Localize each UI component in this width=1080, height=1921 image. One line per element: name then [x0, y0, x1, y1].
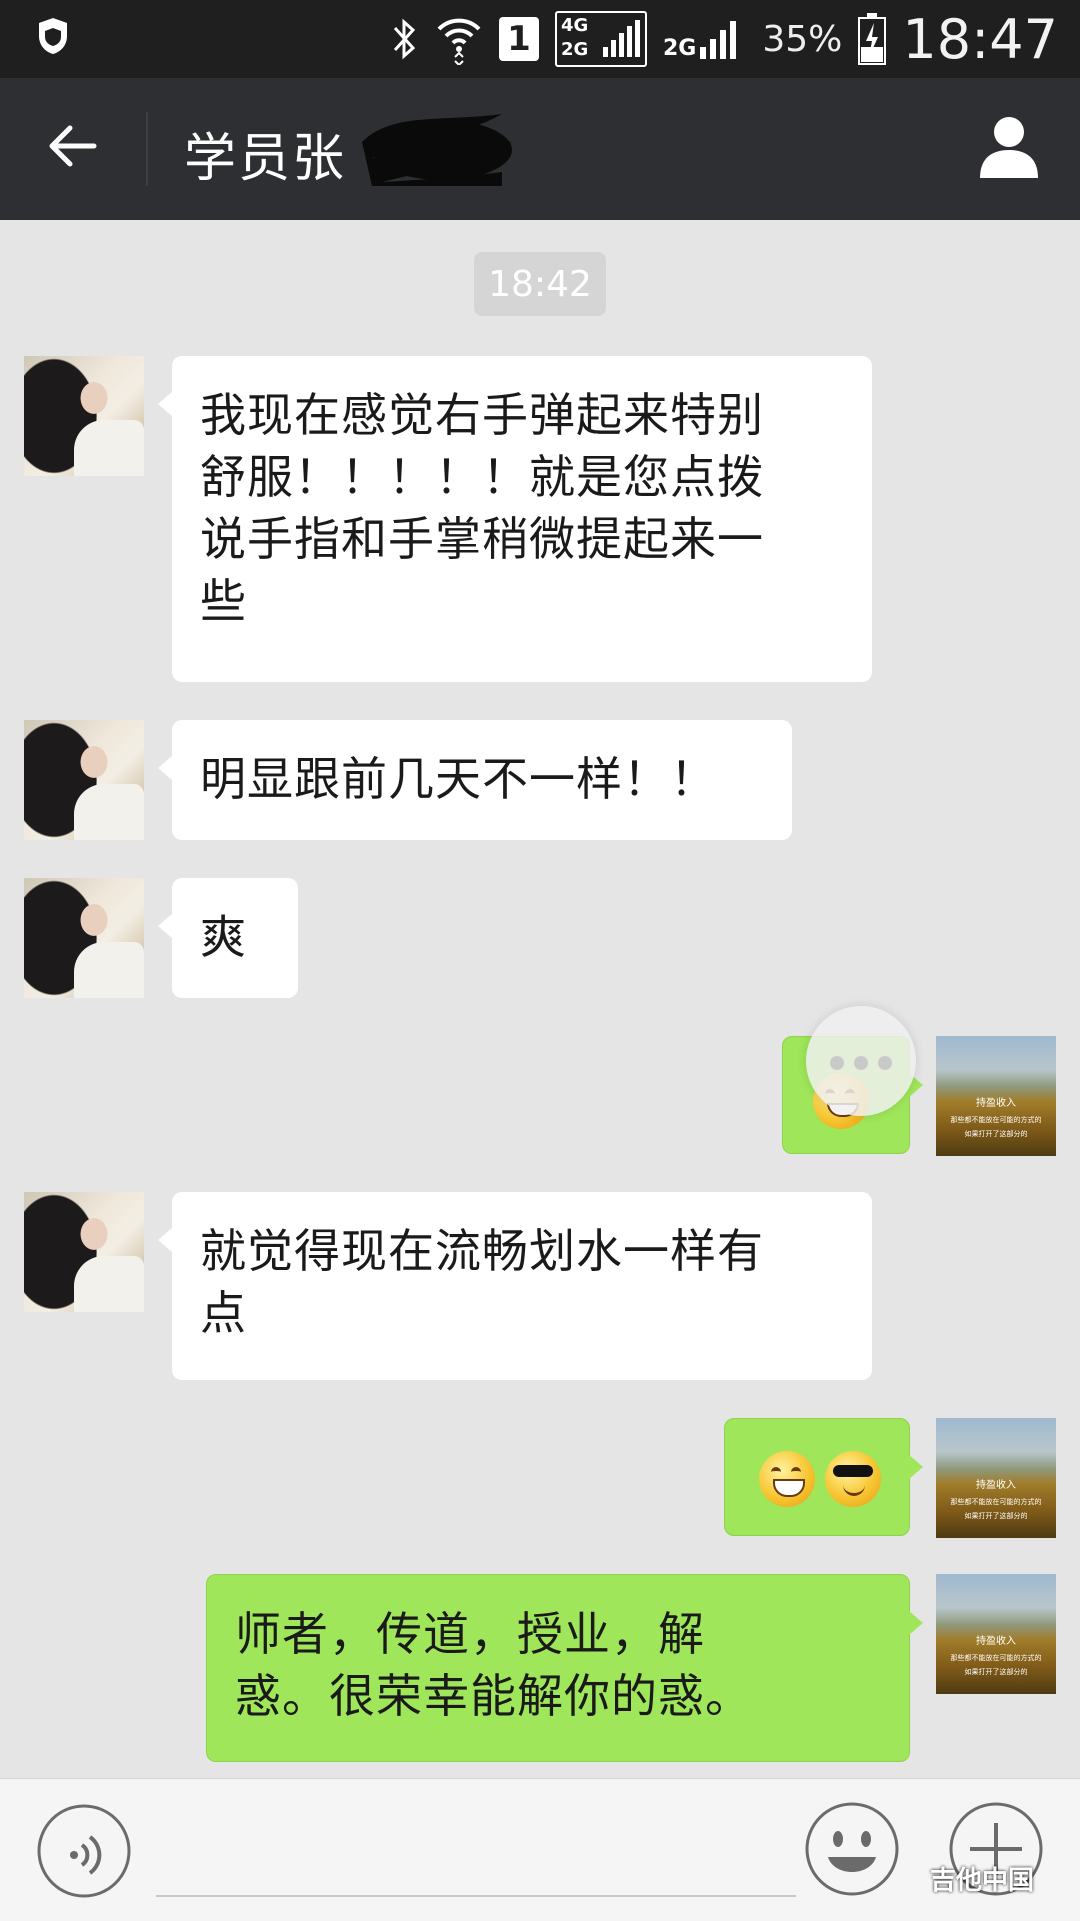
shield-icon	[39, 18, 67, 54]
message-line: 爽	[200, 910, 247, 964]
watermark: 吉他中国	[930, 1866, 1035, 1896]
message-line: 就觉得现在流畅划水一样有	[200, 1224, 764, 1278]
message-bubble-incoming[interactable]: 就觉得现在流畅划水一样有 点	[158, 1192, 872, 1380]
message-line: 点	[200, 1286, 247, 1340]
message-line: 惑。很荣幸能解你的惑。	[235, 1669, 752, 1723]
chat-timestamp: 18:42	[474, 252, 606, 316]
status-bar: 1 4G 2G 2G 35% 18:47	[0, 0, 1080, 78]
message-line: 些	[200, 574, 247, 628]
status-time: 18:47	[902, 7, 1058, 71]
network-4g-label: 4G	[560, 15, 589, 36]
message-bubble-outgoing[interactable]: 师者，传道，授业，解 惑。很荣幸能解你的惑。	[206, 1574, 923, 1762]
redaction-scribble	[362, 114, 512, 186]
contact-avatar[interactable]	[24, 720, 144, 840]
grinning-face-emoji	[759, 1451, 815, 1507]
wifi-icon	[437, 18, 481, 65]
network-2g-label-b: 2G	[662, 36, 697, 61]
message-bubble-incoming[interactable]: 爽	[158, 878, 298, 998]
arrow-left-icon[interactable]	[44, 118, 100, 174]
battery-percent: 35%	[762, 18, 843, 60]
contact-avatar[interactable]	[24, 1192, 144, 1312]
message-line: 师者，传道，授业，解	[235, 1607, 705, 1661]
signal-bars-icon	[602, 20, 640, 57]
message-bubble-incoming[interactable]: 我现在感觉右手弹起来特别 舒服！！！！！就是您点拨 说手指和手掌稍微提起来一 些	[158, 356, 872, 682]
voice-icon[interactable]	[36, 1803, 132, 1899]
contact-avatar[interactable]	[24, 878, 144, 998]
header-divider	[146, 112, 148, 186]
bluetooth-icon	[393, 18, 416, 60]
network-2g-label: 2G	[560, 39, 589, 60]
chat-header: 学员张	[0, 78, 1080, 220]
second-sim-signal: 2G	[663, 17, 746, 61]
contact-avatar[interactable]	[24, 356, 144, 476]
my-avatar[interactable]: 持盈收入 那些都不能放在可能的方式的 如果打开了这部分的	[936, 1574, 1056, 1694]
sunglasses-face-emoji	[825, 1451, 881, 1507]
dual-network-indicator: 4G 2G	[554, 11, 647, 67]
message-bubble-outgoing[interactable]	[724, 1418, 923, 1536]
input-bar	[0, 1778, 1080, 1921]
my-avatar[interactable]: 持盈收入 那些都不能放在可能的方式的 如果打开了这部分的	[936, 1418, 1056, 1538]
battery-charging-icon	[858, 13, 887, 65]
message-line: 我现在感觉右手弹起来特别	[200, 388, 764, 442]
message-line: 舒服！！！！！就是您点拨	[200, 450, 764, 504]
sim-slot-badge: 1	[498, 17, 539, 61]
smiley-icon[interactable]	[804, 1801, 900, 1897]
message-line: 说手指和手掌稍微提起来一	[200, 512, 764, 566]
message-line: 明显跟前几天不一样！！	[200, 752, 717, 806]
person-icon[interactable]	[978, 114, 1040, 180]
chat-title: 学员张	[184, 129, 347, 189]
message-bubble-incoming[interactable]: 明显跟前几天不一样！！	[158, 720, 792, 840]
text-input-field[interactable]	[156, 1895, 796, 1897]
floating-more-button[interactable]	[806, 1006, 916, 1116]
signal-bars-icon-2	[700, 21, 737, 59]
my-avatar[interactable]: 持盈收入 那些都不能放在可能的方式的 如果打开了这部分的	[936, 1036, 1056, 1156]
